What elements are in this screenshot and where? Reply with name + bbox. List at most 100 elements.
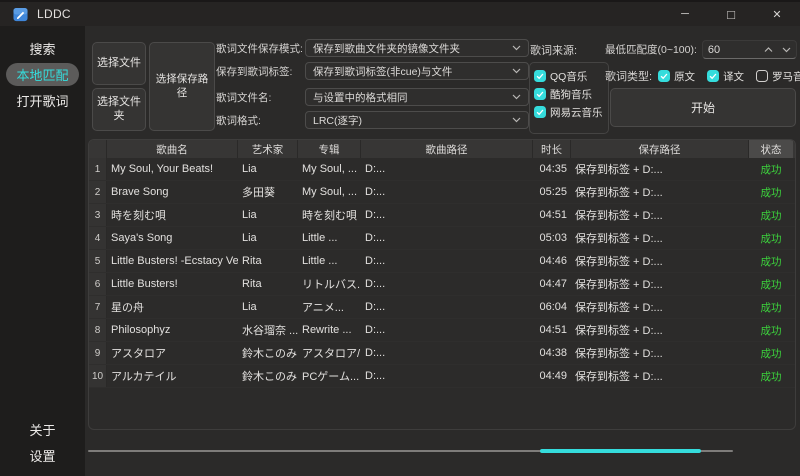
cell-artist: Rita: [242, 255, 262, 267]
cell-album: アスタロア/...: [302, 348, 361, 360]
tag-save-value: 保存到歌词标签(非cue)与文件: [313, 65, 453, 78]
cell-num: 10: [89, 365, 107, 387]
cell-artist: 鈴木このみ: [242, 371, 297, 383]
column-header[interactable]: 艺术家: [238, 140, 298, 158]
cell-artist: Lia: [242, 163, 257, 175]
filename-label: 歌词文件名:: [216, 91, 272, 104]
cell-num: 5: [89, 250, 107, 272]
table-row[interactable]: 1 My Soul, Your Beats! Lia My Soul, ... D:..…: [89, 158, 795, 181]
cell-artist: Lia: [242, 209, 257, 221]
cell-save-path: 保存到标签 + D:...: [575, 279, 663, 291]
chevron-down-icon: [512, 117, 521, 123]
cell-song: アルカテイル: [111, 371, 177, 383]
format-select[interactable]: LRC(逐字): [305, 111, 529, 129]
cell-status: 成功: [760, 278, 782, 291]
minimize-button[interactable]: ─: [662, 2, 708, 26]
cell-path: D:...: [365, 301, 386, 313]
min-match-spinner[interactable]: 60: [701, 40, 797, 59]
save-settings-form: 歌词文件保存模式: 保存到歌曲文件夹的镜像文件夹 保存到歌词标签: 保存到歌词标签(非…: [216, 39, 529, 134]
sidebar-item-local-match[interactable]: 本地匹配: [6, 63, 79, 86]
cell-song: アスタロア: [111, 348, 166, 360]
column-header-index[interactable]: [89, 140, 107, 158]
maximize-button[interactable]: □: [708, 2, 754, 26]
save-mode-label: 歌词文件保存模式:: [216, 42, 303, 55]
kugou-music-checkbox[interactable]: [534, 88, 546, 100]
table-header: 歌曲名 艺术家 专辑 歌曲路径 时长 保存路径 状态: [89, 140, 795, 158]
minimize-icon: ─: [681, 8, 689, 20]
table-row[interactable]: 8 Philosophyz 水谷瑠奈 ... Rewrite ... D:... 04:5…: [89, 319, 795, 342]
column-header[interactable]: 时长: [533, 140, 571, 158]
cell-album: リトルバス...: [302, 279, 361, 291]
cell-save-path: 保存到标签 + D:...: [575, 325, 663, 337]
cell-duration: 04:51: [539, 324, 567, 336]
main-panel: 选择文件 选择文件夹 选择保存路径 歌词文件保存模式: 保存到歌曲文件夹的镜像文件…: [85, 26, 800, 476]
spin-down-icon[interactable]: [782, 47, 791, 53]
qq-music-label: QQ音乐: [550, 70, 588, 83]
sidebar-item-search[interactable]: 搜索: [6, 37, 79, 60]
cell-artist: Lia: [242, 301, 257, 313]
progress-bar: [88, 449, 733, 453]
spin-up-icon[interactable]: [764, 46, 773, 53]
original-checkbox[interactable]: [658, 70, 671, 82]
column-header[interactable]: 保存路径: [571, 140, 749, 158]
cell-song: Philosophyz: [111, 324, 171, 336]
table-row[interactable]: 3 時を刻む唄 Lia 時を刻む唄 ... D:... 04:51 保存到标签 + D:..…: [89, 204, 795, 227]
select-save-path-button[interactable]: 选择保存路径: [149, 42, 215, 131]
table-row[interactable]: 6 Little Busters! Rita リトルバス... D:... 04:47 保存…: [89, 273, 795, 296]
column-header[interactable]: 歌曲名: [107, 140, 238, 158]
cell-album: Little ...: [302, 255, 338, 267]
cell-song: My Soul, Your Beats!: [111, 163, 214, 175]
kugou-music-label: 酷狗音乐: [550, 88, 592, 101]
table-row[interactable]: 4 Saya's Song Lia Little ... D:... 05:03 保存到标签…: [89, 227, 795, 250]
chevron-down-icon: [512, 94, 521, 100]
check-icon: [536, 73, 544, 80]
select-folder-button[interactable]: 选择文件夹: [92, 88, 146, 131]
qq-music-checkbox[interactable]: [534, 70, 546, 82]
lyric-type-label: 歌词类型:: [605, 71, 653, 83]
cell-album: Little ...: [302, 232, 338, 244]
netease-music-label: 网易云音乐: [550, 106, 603, 119]
cell-duration: 04:47: [539, 278, 567, 290]
table-row[interactable]: 5 Little Busters! -Ecstacy Ver.- Rita Littl…: [89, 250, 795, 273]
table-row[interactable]: 2 Brave Song 多田葵 My Soul, ... D:... 05:25 保存到标…: [89, 181, 795, 204]
sidebar-item-settings[interactable]: 设置: [6, 444, 79, 467]
chevron-down-icon: [512, 45, 521, 51]
column-header[interactable]: 歌曲路径: [361, 140, 533, 158]
table-row[interactable]: 9 アスタロア 鈴木このみアスタロア/... D:... 04:38 保存到标签 + D:…: [89, 342, 795, 365]
romaji-checkbox[interactable]: [756, 70, 769, 82]
sidebar-item-open-lyrics[interactable]: 打开歌词: [6, 89, 79, 112]
translated-checkbox[interactable]: [707, 70, 720, 82]
format-value: LRC(逐字): [313, 114, 362, 127]
lyrics-source-list: QQ音乐酷狗音乐网易云音乐: [529, 62, 609, 134]
close-button[interactable]: ✕: [754, 2, 800, 26]
cell-duration: 04:51: [539, 209, 567, 221]
cell-save-path: 保存到标签 + D:...: [575, 256, 663, 268]
table-row[interactable]: 7 星の舟 Lia アニメ... D:... 06:04 保存到标签 + D:... 成功: [89, 296, 795, 319]
qq-music-option: QQ音乐: [534, 68, 608, 84]
cell-artist: 水谷瑠奈 ...: [242, 325, 298, 337]
netease-music-checkbox[interactable]: [534, 106, 546, 118]
table-row[interactable]: 10 アルカテイル 鈴木このみ PCゲーム... D:... 04:49 保存到标签 + D…: [89, 365, 795, 388]
cell-path: D:...: [365, 347, 386, 359]
cell-duration: 04:35: [539, 163, 567, 175]
format-label: 歌词格式:: [216, 114, 261, 127]
save-mode-select[interactable]: 保存到歌曲文件夹的镜像文件夹: [305, 39, 529, 57]
column-header[interactable]: 状态: [749, 140, 793, 158]
cell-num: 9: [89, 342, 107, 364]
cell-path: D:...: [365, 370, 386, 382]
min-match-row: 最低匹配度(0~100): 60: [605, 40, 797, 59]
sidebar-item-about[interactable]: 关于: [6, 418, 79, 441]
column-header[interactable]: 专辑: [298, 140, 361, 158]
app-logo-icon: [13, 7, 28, 21]
start-button[interactable]: 开始: [610, 88, 796, 127]
tag-save-select[interactable]: 保存到歌词标签(非cue)与文件: [305, 62, 529, 80]
cell-save-path: 保存到标签 + D:...: [575, 164, 663, 176]
translated-option: 译文: [707, 69, 744, 84]
cell-save-path: 保存到标签 + D:...: [575, 187, 663, 199]
cell-artist: Lia: [242, 232, 257, 244]
cell-status: 成功: [760, 324, 782, 337]
save-mode-value: 保存到歌曲文件夹的镜像文件夹: [313, 42, 460, 55]
original-option: 原文: [658, 69, 695, 84]
select-file-button[interactable]: 选择文件: [92, 42, 146, 85]
filename-select[interactable]: 与设置中的格式相同: [305, 88, 529, 106]
